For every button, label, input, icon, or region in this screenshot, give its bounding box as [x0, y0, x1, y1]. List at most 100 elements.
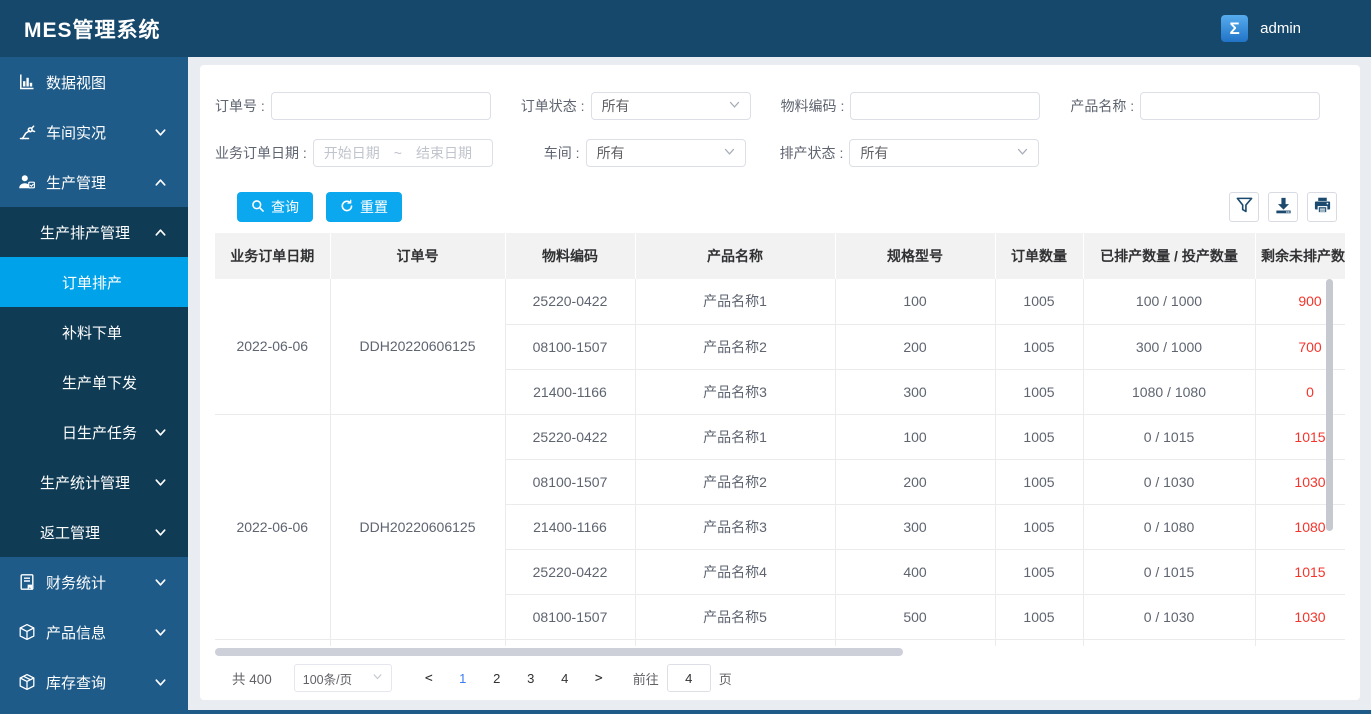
sidebar-item-label: 产品信息 — [46, 624, 107, 642]
chevron-down-icon — [154, 526, 167, 539]
col-header-spec: 规格型号 — [835, 233, 996, 279]
sidebar-item-data-view[interactable]: 数据视图 — [0, 57, 188, 107]
sidebar-item-label: 生产统计管理 — [40, 474, 131, 492]
cell-product-name: 产品名称1 — [635, 279, 836, 325]
cell-order-qty: 1005 — [995, 459, 1084, 505]
cell-scheduled-invested: 0 / 1015 — [1083, 414, 1256, 460]
total-count: 共 400 — [232, 672, 272, 687]
cell-empty — [635, 639, 836, 646]
sidebar-item-label: 数据视图 — [46, 74, 107, 92]
material-code-input[interactable] — [850, 92, 1041, 120]
cell-product-name: 产品名称2 — [635, 324, 836, 370]
page-number-3[interactable]: 3 — [517, 671, 545, 686]
page-number-1[interactable]: 1 — [449, 671, 477, 686]
cell-order-date: 2022-06-06 — [215, 414, 331, 640]
order-date-range-input[interactable] — [312, 139, 493, 167]
chevron-up-icon — [154, 176, 167, 189]
sidebar-item-production-schedule-mgmt[interactable]: 生产排产管理 — [0, 207, 188, 257]
sidebar-item-material-supplement[interactable]: 补料下单 — [0, 307, 188, 357]
user-menu[interactable]: Σ admin — [1221, 15, 1301, 42]
sidebar-item-finance-stats[interactable]: 财务统计 — [0, 557, 188, 607]
chevron-down-icon — [154, 576, 167, 589]
sidebar-item-order-schedule[interactable]: 订单排产 — [0, 257, 188, 307]
reset-button-label: 重置 — [360, 199, 388, 215]
prev-page-button[interactable]: < — [415, 671, 443, 686]
cell-spec: 300 — [835, 504, 996, 550]
horizontal-scrollbar-thumb[interactable] — [215, 648, 903, 656]
document-icon — [17, 573, 36, 592]
download-icon — [1274, 196, 1293, 218]
filter-button[interactable] — [1229, 192, 1259, 222]
cell-order-qty: 1005 — [995, 369, 1084, 415]
sidebar-item-production-stats-mgmt[interactable]: 生产统计管理 — [0, 457, 188, 507]
cell-empty — [330, 639, 506, 646]
search-button[interactable]: 查询 — [237, 192, 313, 222]
reset-button[interactable]: 重置 — [326, 192, 402, 222]
cell-material-code: 21400-1166 — [505, 369, 636, 415]
filter-form: 订单号 : 订单状态 : 所有 物料编码 : 产品名称: 业务订单日期: 开… — [215, 65, 1345, 167]
sidebar-item-product-info[interactable]: 产品信息 — [0, 607, 188, 657]
mes-app: MES管理系统 Σ admin 数据视图车间实况 生产管理生产排产管理订单排产补料… — [0, 0, 1371, 714]
order-no-label: 订单号 : — [215, 98, 265, 114]
table-header-row: 业务订单日期 订单号 物料编码 产品名称 规格型号 订单数量 已排产数量 / 投… — [215, 233, 1345, 279]
horizontal-scrollbar[interactable] — [215, 648, 1345, 656]
cell-scheduled-invested: 0 / 1080 — [1083, 504, 1256, 550]
actions-toolbar: 查询 重置 — [215, 192, 1345, 222]
sidebar-item-production-mgmt[interactable]: 生产管理 — [0, 157, 188, 207]
cell-product-name: 产品名称4 — [635, 549, 836, 595]
filter-icon — [1235, 196, 1254, 218]
page-number-4[interactable]: 4 — [551, 671, 579, 686]
cell-scheduled-invested: 1080 / 1080 — [1083, 369, 1256, 415]
order-status-value: 所有 — [601, 98, 630, 114]
cell-order-date: 2022-06-06 — [215, 279, 331, 415]
cell-scheduled-invested: 0 / 1015 — [1083, 549, 1256, 595]
cell-product-name: 产品名称1 — [635, 414, 836, 460]
sidebar-nav: 数据视图车间实况 生产管理生产排产管理订单排产补料下单 生产单下发 日生产任务生产统计… — [0, 57, 188, 710]
cell-material-code: 21400-1166 — [505, 504, 636, 550]
cell-product-name: 产品名称3 — [635, 504, 836, 550]
product-name-input[interactable] — [1140, 92, 1321, 120]
page-size-select[interactable]: 100条/页 — [293, 664, 392, 692]
page-number-list: 1234 — [446, 671, 582, 686]
sidebar-item-label: 库存查询 — [46, 674, 107, 692]
chevron-down-icon — [154, 126, 167, 139]
vertical-scrollbar[interactable] — [1326, 279, 1333, 531]
sidebar-item-workshop-live[interactable]: 车间实况 — [0, 107, 188, 157]
order-no-input[interactable] — [270, 92, 491, 120]
cell-spec: 100 — [835, 414, 996, 460]
chevron-down-icon — [372, 671, 383, 685]
cell-empty — [1255, 639, 1345, 646]
workshop-select[interactable]: 所有 — [585, 139, 746, 167]
cell-spec: 100 — [835, 279, 996, 325]
schedule-status-select[interactable]: 所有 — [849, 139, 1040, 167]
cell-scheduled-invested: 0 / 1030 — [1083, 459, 1256, 505]
workshop-label: 车间 : — [543, 145, 580, 161]
cell-material-code: 25220-0422 — [505, 279, 636, 325]
chevron-down-icon — [154, 626, 167, 639]
page-number-2[interactable]: 2 — [483, 671, 511, 686]
goto-page-input[interactable] — [666, 664, 711, 692]
cell-product-name: 产品名称5 — [635, 594, 836, 640]
sidebar-item-rework-mgmt[interactable]: 返工管理 — [0, 507, 188, 557]
sidebar-item-production-order-issue[interactable]: 生产单下发 — [0, 357, 188, 407]
sidebar-item-daily-production-task[interactable]: 日生产任务 — [0, 407, 188, 457]
cell-order-qty: 1005 — [995, 279, 1084, 325]
sidebar-item-label: 生产排产管理 — [40, 224, 131, 242]
pagination: 共 400 100条/页 < 1234 > 前往 页 — [215, 664, 1345, 692]
product-name-label: 产品名称 : — [1070, 98, 1135, 114]
cell-remaining: 1030 — [1255, 594, 1345, 640]
sidebar-item-inventory-query[interactable]: 库存查询 — [0, 657, 188, 707]
next-page-button[interactable]: > — [585, 671, 613, 686]
sidebar-item-label: 订单排产 — [62, 274, 123, 292]
workshop-value: 所有 — [596, 145, 625, 161]
order-date-label: 业务订单日期 : — [215, 145, 307, 161]
cell-empty — [505, 639, 636, 646]
print-button[interactable] — [1307, 192, 1337, 222]
cell-product-name: 产品名称2 — [635, 459, 836, 505]
main-panel: 订单号 : 订单状态 : 所有 物料编码 : 产品名称: 业务订单日期: 开… — [200, 65, 1360, 700]
schedule-status-value: 所有 — [860, 145, 889, 161]
order-status-select[interactable]: 所有 — [590, 92, 751, 120]
download-button[interactable] — [1268, 192, 1298, 222]
app-title: MES管理系统 — [24, 18, 161, 42]
cell-spec: 300 — [835, 369, 996, 415]
